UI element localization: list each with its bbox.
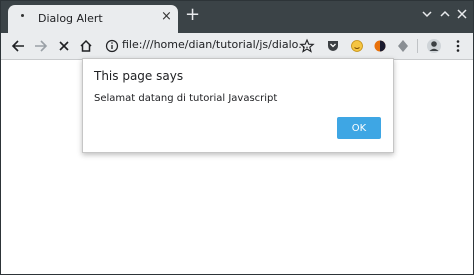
browser-window: Dialog Alert × + file:///home/dian/tutor… [0,0,474,275]
tab-close-button[interactable]: × [161,10,172,24]
stop-icon[interactable] [57,37,71,55]
tab-dialog-alert[interactable]: Dialog Alert × [8,5,178,33]
address-bar[interactable]: file:///home/dian/tutorial/js/dialo... [122,38,309,51]
tab-title: Dialog Alert [38,12,103,25]
toolbar: file:///home/dian/tutorial/js/dialo... [1,33,473,60]
alert-dialog: This page says Selamat datang di tutoria… [82,58,394,153]
emoji-icon[interactable] [350,37,364,55]
maximize-icon[interactable] [439,8,451,20]
profile-avatar[interactable] [426,37,442,55]
tab-strip: Dialog Alert × + [1,1,473,33]
star-icon[interactable] [299,37,315,55]
ok-button[interactable]: OK [337,117,381,139]
menu-icon[interactable] [453,37,463,55]
close-icon[interactable] [456,8,468,20]
pocket-icon[interactable] [326,37,340,55]
dialog-title: This page says [94,69,184,83]
info-icon[interactable] [105,37,119,55]
new-tab-button[interactable]: + [185,5,200,25]
minimize-icon[interactable] [421,8,433,20]
extension-icon[interactable] [396,37,410,55]
toolbar-divider [417,39,418,53]
dot-icon [21,14,24,17]
extension-icon[interactable] [373,37,387,55]
home-icon[interactable] [78,37,94,55]
forward-arrow-icon[interactable] [33,37,49,55]
dialog-message: Selamat datang di tutorial Javascript [94,93,278,104]
back-arrow-icon[interactable] [10,37,26,55]
